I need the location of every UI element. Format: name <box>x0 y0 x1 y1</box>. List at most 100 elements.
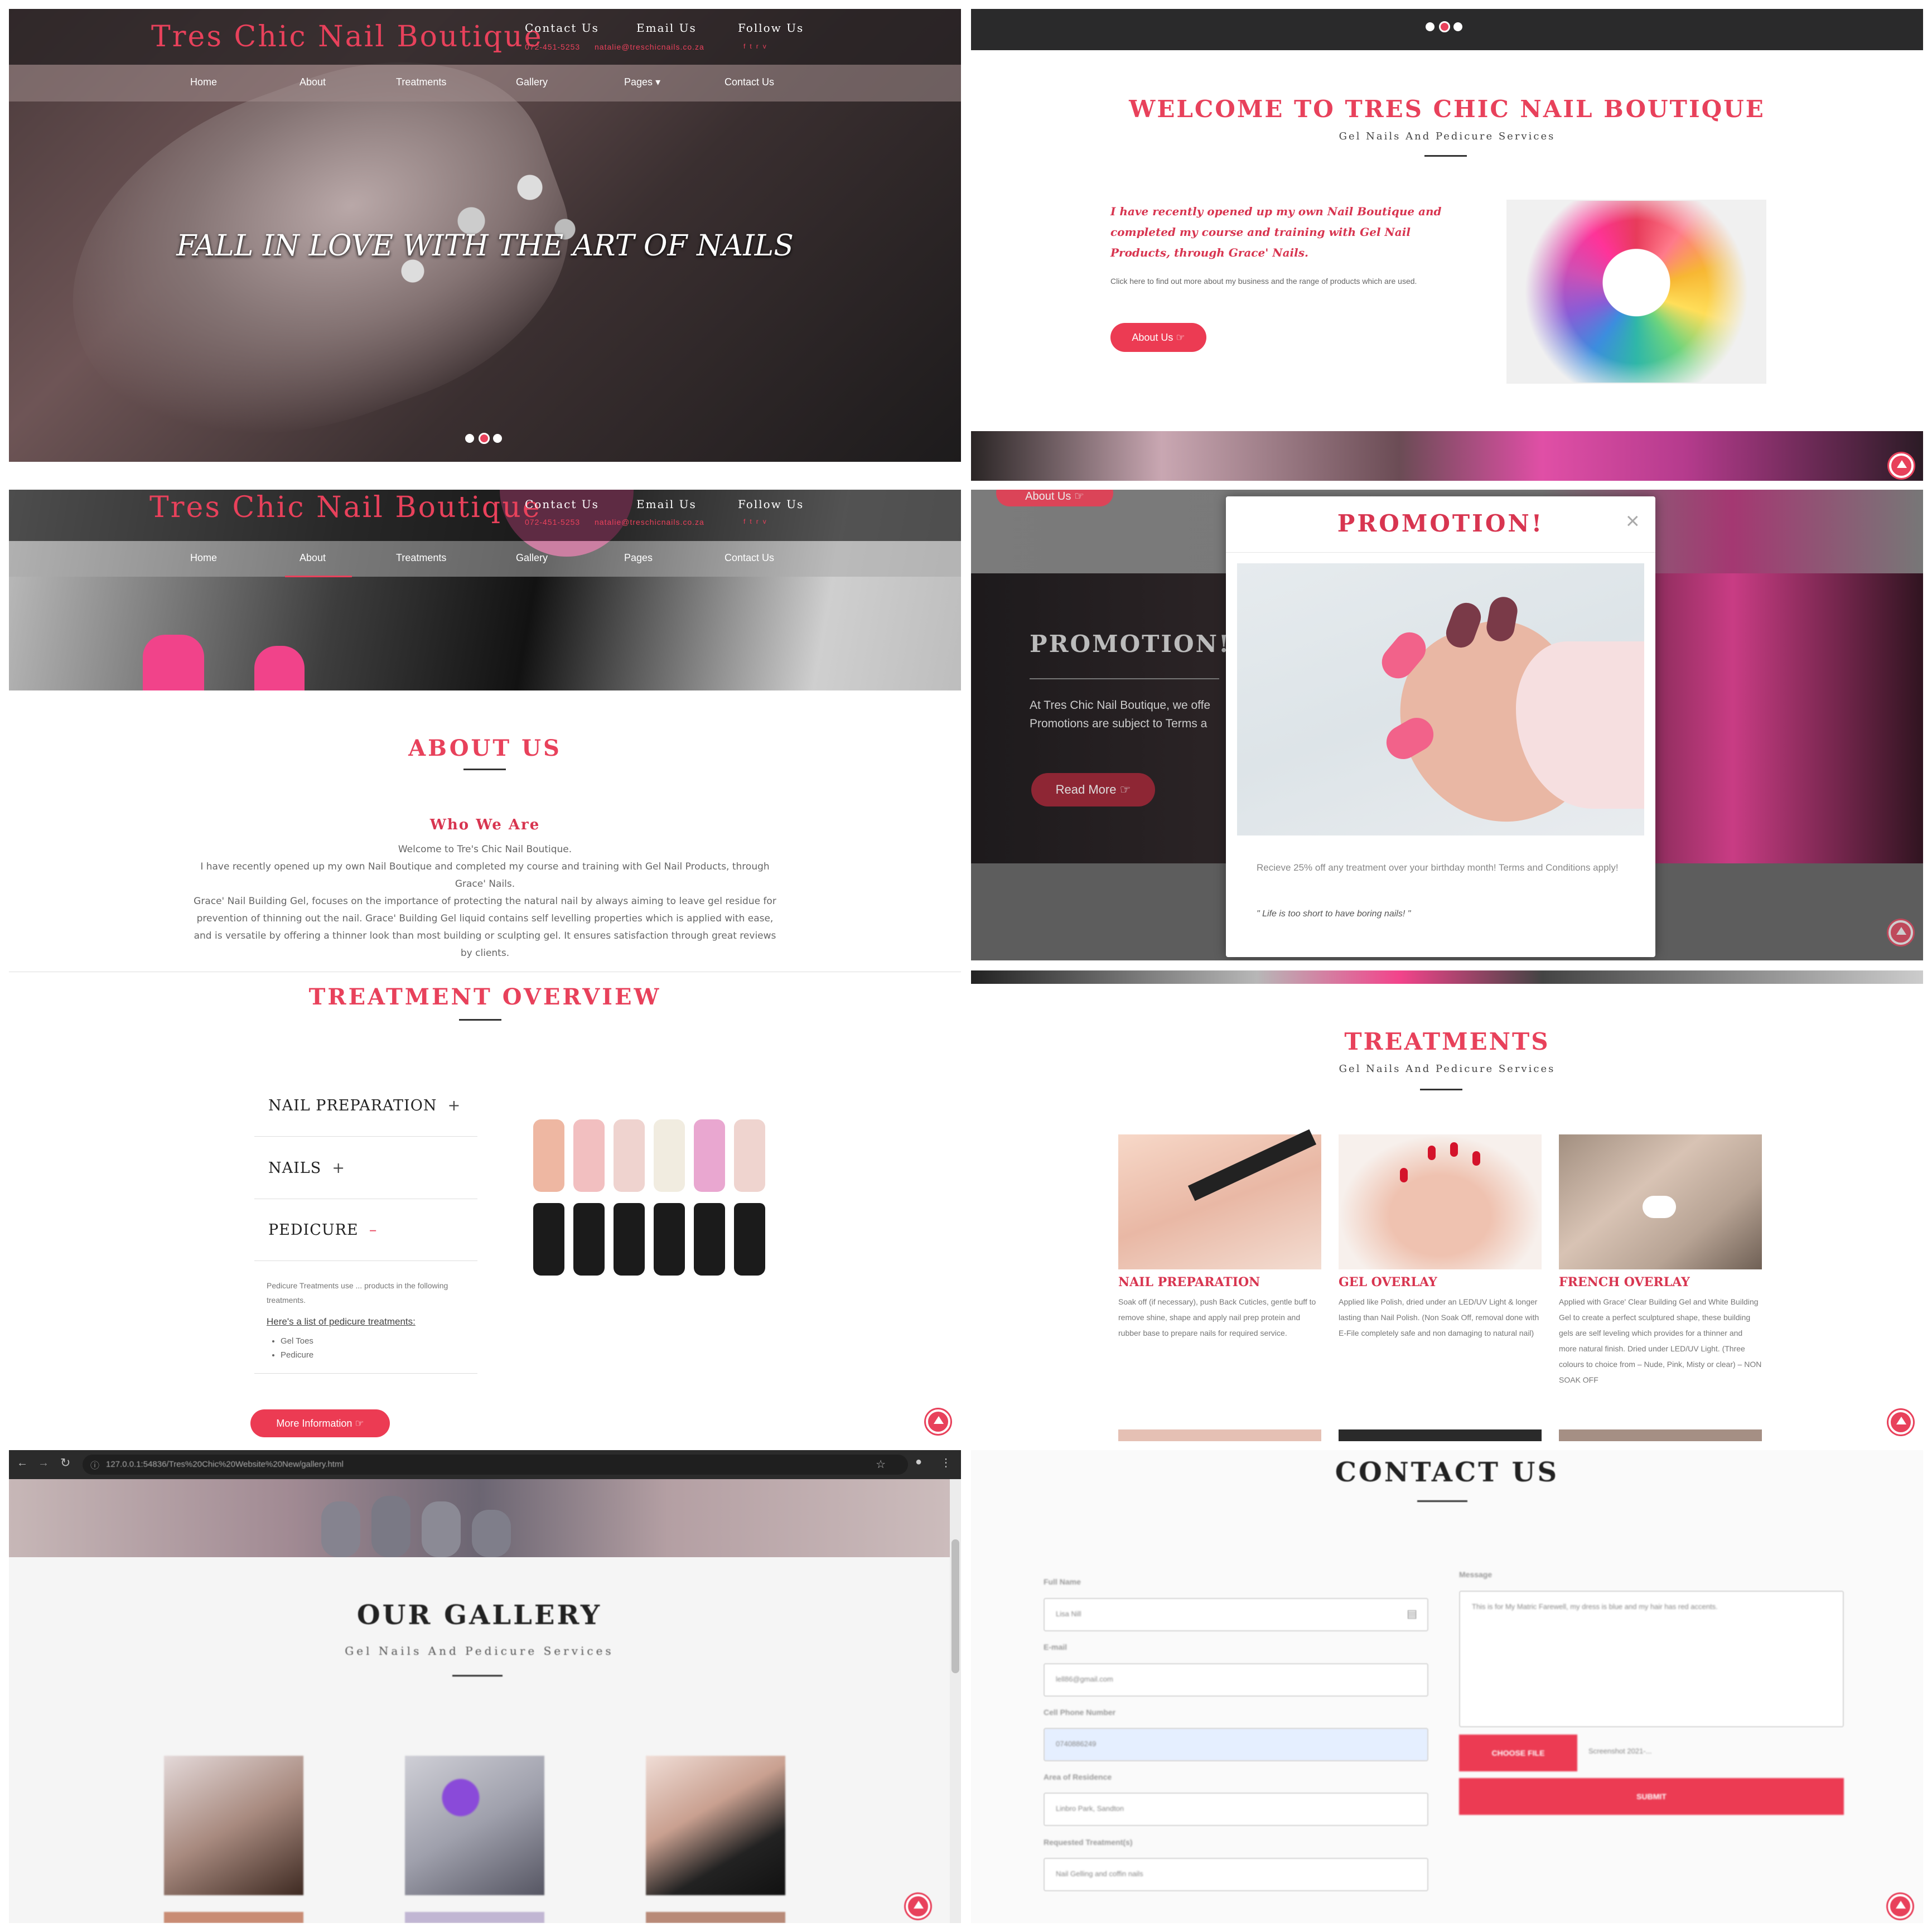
gallery-subtitle: Gel Nails And Pedicure Services <box>345 1644 614 1658</box>
about-us-button[interactable]: About Us ☞ <box>1110 323 1206 352</box>
about-panel: Tres Chic Nail Boutique Contact Us Email… <box>9 490 961 970</box>
menu-kebab-icon[interactable]: ⋮ <box>940 1456 951 1470</box>
phone-number[interactable]: 072-451-5253 <box>525 42 580 51</box>
promotion-panel: About Us ☞ PROMOTION! At Tres Chic Nail … <box>971 490 1923 960</box>
facebook-icon[interactable]: f <box>743 42 750 50</box>
hero-panel: Tres Chic Nail Boutique Contact Us Email… <box>9 9 961 462</box>
divider <box>459 1019 501 1021</box>
nav-gallery[interactable]: Gallery <box>516 76 548 88</box>
email-address[interactable]: natalie@treschicnails.co.za <box>595 42 704 51</box>
read-more-button[interactable]: Read More ☞ <box>1031 773 1155 806</box>
nav-contact[interactable]: Contact Us <box>724 552 774 564</box>
gallery-title: OUR GALLERY <box>356 1600 602 1631</box>
nav-home[interactable]: Home <box>190 76 217 88</box>
back-icon[interactable]: ← <box>17 1457 28 1470</box>
profile-icon[interactable]: ● <box>915 1456 922 1469</box>
slider-dot-3[interactable] <box>493 434 502 443</box>
nav-home[interactable]: Home <box>190 552 217 564</box>
brand-logo[interactable]: Tres Chic Nail Boutique <box>149 491 541 524</box>
promo-bg-text-2: Promotions are subject to Terms a <box>1030 717 1208 730</box>
social-icons[interactable]: ftrv <box>743 42 771 50</box>
slider-dot-2[interactable] <box>1439 21 1450 32</box>
modal-title: PROMOTION! <box>1337 510 1544 537</box>
about-us-button[interactable]: About Us ☞ <box>996 490 1113 506</box>
gallery-image-3[interactable] <box>646 1756 785 1895</box>
nav-pages[interactable]: Pages <box>624 552 653 564</box>
treatments-subtitle: Gel Nails And Pedicure Services <box>1339 1063 1556 1075</box>
social-icons[interactable]: ftrv <box>743 518 771 525</box>
rss-icon[interactable]: r <box>756 518 763 525</box>
gallery-image-2[interactable] <box>405 1756 544 1895</box>
slider-dot-1[interactable] <box>1426 22 1434 31</box>
choose-file-button[interactable]: CHOOSE FILE <box>1459 1735 1577 1771</box>
gallery-image-1[interactable] <box>164 1756 303 1895</box>
full-name-input[interactable]: ▤ <box>1044 1598 1428 1631</box>
slider-dot-2[interactable] <box>479 433 490 444</box>
modal-quote: " Life is too short to have boring nails… <box>1257 909 1411 919</box>
nav-treatments[interactable]: Treatments <box>396 552 446 564</box>
message-label: Message <box>1459 1570 1493 1579</box>
facebook-icon[interactable]: f <box>743 518 750 525</box>
field-label: Area of Residence <box>1044 1772 1112 1781</box>
contact-label: Contact Us <box>525 498 599 511</box>
nav-contact[interactable]: Contact Us <box>724 76 774 88</box>
gel-polish-bottles-image <box>528 1119 779 1287</box>
nav-about[interactable]: About <box>300 76 326 88</box>
field-value: Nail Gelling and coffin nails <box>1056 1870 1143 1878</box>
scroll-to-top-button[interactable] <box>1889 453 1914 478</box>
submit-button[interactable]: SUBMIT <box>1459 1778 1844 1815</box>
scroll-to-top-button[interactable] <box>1888 920 1913 945</box>
divider <box>1417 1500 1467 1502</box>
rss-icon[interactable]: r <box>756 42 763 50</box>
treatment-image-nail-preparation <box>1118 1129 1321 1269</box>
nav-gallery[interactable]: Gallery <box>516 552 548 564</box>
card-text: Soak off (if necessary), push Back Cutic… <box>1118 1297 1316 1337</box>
scroll-to-top-button[interactable] <box>1888 1894 1912 1919</box>
twitter-icon[interactable]: t <box>750 42 756 50</box>
contact-card-icon: ▤ <box>1407 1607 1417 1620</box>
accordion-nail-preparation[interactable]: NAIL PREPARATION + <box>268 1097 461 1114</box>
follow-label: Follow Us <box>738 498 804 511</box>
phone-number[interactable]: 072-451-5253 <box>525 518 580 527</box>
field-value: lell86@gmail.com <box>1056 1675 1113 1683</box>
field-value: Lisa Nill <box>1056 1610 1081 1618</box>
close-icon[interactable]: × <box>1626 508 1640 534</box>
treatments-title: TREATMENTS <box>1344 1028 1550 1055</box>
brand-logo[interactable]: Tres Chic Nail Boutique <box>151 20 543 54</box>
reload-icon[interactable]: ↻ <box>60 1456 70 1470</box>
hero-headline: FALL IN LOVE WITH THE ART OF NAILS <box>176 229 794 263</box>
nav-treatments[interactable]: Treatments <box>396 76 446 88</box>
vk-icon[interactable]: v <box>763 42 771 50</box>
file-name: Screenshot 2021-... <box>1588 1747 1652 1755</box>
scroll-to-top-button[interactable] <box>926 1409 950 1434</box>
slider-dot-3[interactable] <box>1453 22 1462 31</box>
accordion-nails[interactable]: NAILS + <box>268 1160 345 1177</box>
field-value: 0740886249 <box>1056 1740 1097 1748</box>
email-address[interactable]: natalie@treschicnails.co.za <box>595 518 704 527</box>
nav-pages[interactable]: Pages ▾ <box>624 76 660 88</box>
slider-dot-1[interactable] <box>465 434 474 443</box>
accordion-pedicure[interactable]: PEDICURE – <box>268 1221 377 1239</box>
bookmark-star-icon[interactable]: ☆ <box>876 1457 886 1471</box>
email-label: Email Us <box>636 498 697 511</box>
address-bar[interactable]: ⓘ 127.0.0.1:54836/Tres%20Chic%20Website%… <box>83 1455 908 1475</box>
nav-about[interactable]: About <box>300 552 326 564</box>
overview-title: TREATMENT OVERVIEW <box>308 984 661 1010</box>
pedicure-text: Pedicure Treatments use ... products in … <box>267 1281 448 1305</box>
promotion-modal: PROMOTION! × Recieve 25% off any treatme… <box>1226 496 1655 957</box>
plus-icon: + <box>447 1097 461 1114</box>
more-information-button[interactable]: More Information ☞ <box>250 1409 390 1437</box>
forward-icon[interactable]: → <box>38 1457 49 1470</box>
cell-phone-input[interactable] <box>1044 1728 1428 1761</box>
message-textarea[interactable] <box>1459 1591 1844 1727</box>
divider <box>1424 155 1467 157</box>
welcome-title: WELCOME TO TRES CHIC NAIL BOUTIQUE <box>1129 95 1765 123</box>
about-body: Welcome to Tre's Chic Nail Boutique. I h… <box>194 844 776 959</box>
vk-icon[interactable]: v <box>763 518 771 525</box>
pedicure-list-heading[interactable]: Here's a list of pedicure treatments: <box>267 1316 416 1327</box>
section-banner-image <box>971 431 1923 481</box>
scroll-to-top-button[interactable] <box>906 1894 930 1919</box>
twitter-icon[interactable]: t <box>750 518 756 525</box>
scrollbar-thumb[interactable] <box>951 1539 959 1673</box>
scroll-to-top-button[interactable] <box>1888 1410 1913 1434</box>
